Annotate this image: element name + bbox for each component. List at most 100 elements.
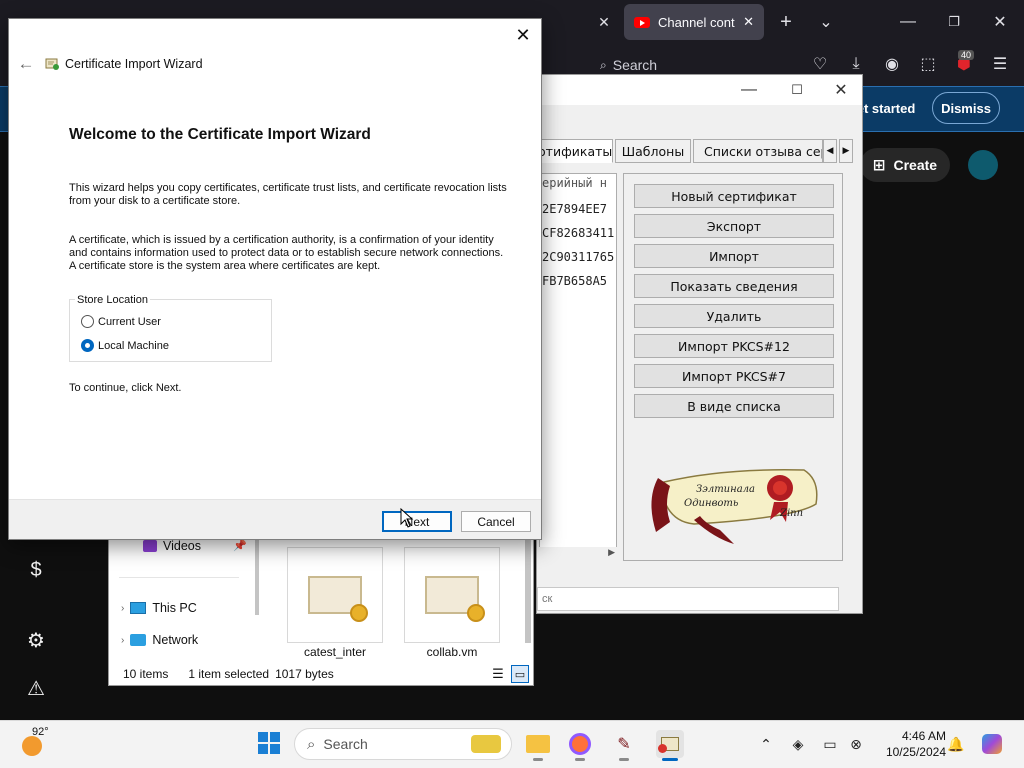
- taskbar-search-placeholder: Search: [323, 736, 368, 752]
- tab-certificates[interactable]: ртификаты: [537, 139, 613, 163]
- nav-item-label: Network: [152, 633, 199, 647]
- file-explorer-icon[interactable]: [524, 730, 552, 761]
- new-certificate-button[interactable]: Новый сертификат: [634, 184, 834, 208]
- file-thumbnail[interactable]: [287, 547, 383, 643]
- extensions-icon[interactable]: ⬚: [916, 52, 940, 76]
- list-view-button[interactable]: В виде списка: [634, 394, 834, 418]
- feedback-icon[interactable]: ⚠: [22, 674, 50, 702]
- show-details-button[interactable]: Показать сведения: [634, 274, 834, 298]
- radio-checked-icon[interactable]: [81, 339, 94, 352]
- nav-item-videos[interactable]: Videos: [143, 539, 201, 553]
- create-label: Create: [893, 157, 938, 173]
- certificate-import-wizard: ✕ ← Certificate Import Wizard Welcome to…: [8, 18, 542, 540]
- restore-icon[interactable]: ❐: [942, 10, 966, 34]
- notification-bell-icon[interactable]: 🔔: [946, 734, 966, 754]
- large-icons-view-icon[interactable]: ▭: [511, 665, 529, 683]
- tab-scroll-right-icon[interactable]: ▶: [839, 139, 853, 163]
- file-explorer-window: Videos 📌 › This PC › Network catest_inte…: [108, 530, 534, 686]
- nav-item-network[interactable]: › Network: [121, 633, 198, 647]
- copilot-icon[interactable]: [980, 732, 1004, 756]
- cert-manager-app-icon[interactable]: ✎: [610, 730, 638, 761]
- export-button[interactable]: Экспорт: [634, 214, 834, 238]
- close-tab-icon[interactable]: ✕: [594, 10, 614, 34]
- list-item[interactable]: CF82683411: [542, 226, 616, 244]
- store-location-label: Store Location: [75, 294, 150, 306]
- chevron-right-icon[interactable]: ›: [121, 635, 124, 646]
- search-icon: ⌕: [307, 735, 316, 753]
- local-machine-radio[interactable]: Local Machine: [81, 339, 169, 352]
- details-view-icon[interactable]: ☰: [489, 665, 507, 683]
- maximize-icon[interactable]: ☐: [785, 79, 809, 101]
- network-off-icon[interactable]: ⊗: [846, 734, 866, 754]
- display-icon[interactable]: ▭: [820, 734, 840, 754]
- weather-sun-icon: [22, 736, 42, 756]
- cancel-button[interactable]: Cancel: [461, 511, 531, 532]
- tab-scroll-left-icon[interactable]: ◀: [823, 139, 837, 163]
- earn-icon[interactable]: $: [22, 556, 50, 584]
- import-pkcs7-button[interactable]: Импорт PKCS#7: [634, 364, 834, 388]
- radio-unchecked-icon[interactable]: [81, 315, 94, 328]
- list-item[interactable]: 2C90311765: [542, 250, 616, 268]
- tab-channel-content[interactable]: Channel content ✕: [624, 4, 764, 40]
- horizontal-scrollbar[interactable]: ▶: [539, 547, 617, 561]
- list-item[interactable]: 2E7894EE7: [542, 202, 616, 220]
- import-pkcs12-button[interactable]: Импорт PKCS#12: [634, 334, 834, 358]
- cert-wizard-app-icon[interactable]: [656, 730, 684, 761]
- list-item[interactable]: FB7B658A5: [542, 274, 616, 292]
- file-name[interactable]: collab.vm: [404, 645, 500, 659]
- clock[interactable]: 4:46 AM 10/25/2024: [870, 728, 946, 760]
- file-thumbnail[interactable]: [404, 547, 500, 643]
- window-close-icon[interactable]: ✕: [829, 79, 853, 101]
- minimize-icon[interactable]: —: [896, 10, 920, 34]
- cert-manager-titlebar: [537, 75, 862, 105]
- window-close-icon[interactable]: ✕: [988, 10, 1012, 34]
- create-button[interactable]: ⊞ Create: [860, 148, 950, 182]
- firefox-icon[interactable]: [566, 730, 594, 761]
- start-icon[interactable]: [258, 732, 280, 754]
- pocket-icon[interactable]: ♡: [808, 52, 832, 76]
- download-icon[interactable]: ⤓: [844, 52, 868, 76]
- tab-title: Channel content: [658, 14, 735, 30]
- status-selected: 1 item selected: [188, 667, 270, 681]
- minimize-icon[interactable]: —: [737, 79, 761, 101]
- new-tab-icon[interactable]: +: [774, 10, 798, 34]
- page-title: Welcome to the Certificate Import Wizard: [69, 126, 371, 143]
- taskbar-search[interactable]: ⌕ Search: [294, 728, 512, 760]
- nav-item-this-pc[interactable]: › This PC: [121, 601, 197, 615]
- account-icon[interactable]: ◉: [880, 52, 904, 76]
- close-icon[interactable]: ✕: [511, 23, 535, 47]
- nav-scrollbar[interactable]: [255, 531, 259, 615]
- gear-icon[interactable]: ⚙: [22, 626, 50, 654]
- list-header-serial[interactable]: ерийный н: [542, 176, 616, 194]
- certificate-list[interactable]: ерийный н 2E7894EE7 CF82683411 2C9031176…: [539, 173, 617, 561]
- intro-paragraph: This wizard helps you copy certificates,…: [69, 182, 507, 207]
- file-name[interactable]: catest_inter: [287, 645, 383, 659]
- tab-templates[interactable]: Шаблоны: [615, 139, 691, 163]
- dismiss-button[interactable]: Dismiss: [932, 92, 1000, 124]
- chevron-down-icon[interactable]: ⌄: [814, 10, 838, 34]
- scroll-right-icon[interactable]: ▶: [608, 547, 615, 558]
- chevron-up-icon[interactable]: ⌃: [756, 734, 776, 754]
- menu-icon[interactable]: ☰: [988, 52, 1012, 76]
- pin-icon[interactable]: 📌: [233, 539, 247, 552]
- weather-widget[interactable]: 92°: [20, 726, 70, 760]
- delete-button[interactable]: Удалить: [634, 304, 834, 328]
- certificate-file-icon: [308, 576, 368, 622]
- close-tab-icon[interactable]: ✕: [743, 14, 754, 30]
- date: 10/25/2024: [885, 745, 946, 759]
- scroll-text-1: Зэлтинала: [696, 484, 755, 495]
- avatar[interactable]: [968, 150, 998, 180]
- vpn-icon[interactable]: ◈: [788, 734, 808, 754]
- back-arrow-icon[interactable]: ←: [15, 53, 37, 75]
- next-button[interactable]: Next: [382, 511, 452, 532]
- search-highlight-icon: [471, 735, 501, 753]
- nav-item-label: Videos: [163, 539, 201, 553]
- scroll-text-2: Одинвоть: [684, 498, 738, 509]
- tab-revocation-lists[interactable]: Списки отзыва сертис: [693, 139, 823, 163]
- current-user-radio[interactable]: Current User: [81, 315, 161, 328]
- cert-search-input[interactable]: ск: [537, 587, 839, 611]
- content-scrollbar[interactable]: [525, 531, 531, 643]
- chevron-right-icon[interactable]: ›: [121, 603, 124, 614]
- store-location-group: [69, 299, 272, 362]
- import-button[interactable]: Импорт: [634, 244, 834, 268]
